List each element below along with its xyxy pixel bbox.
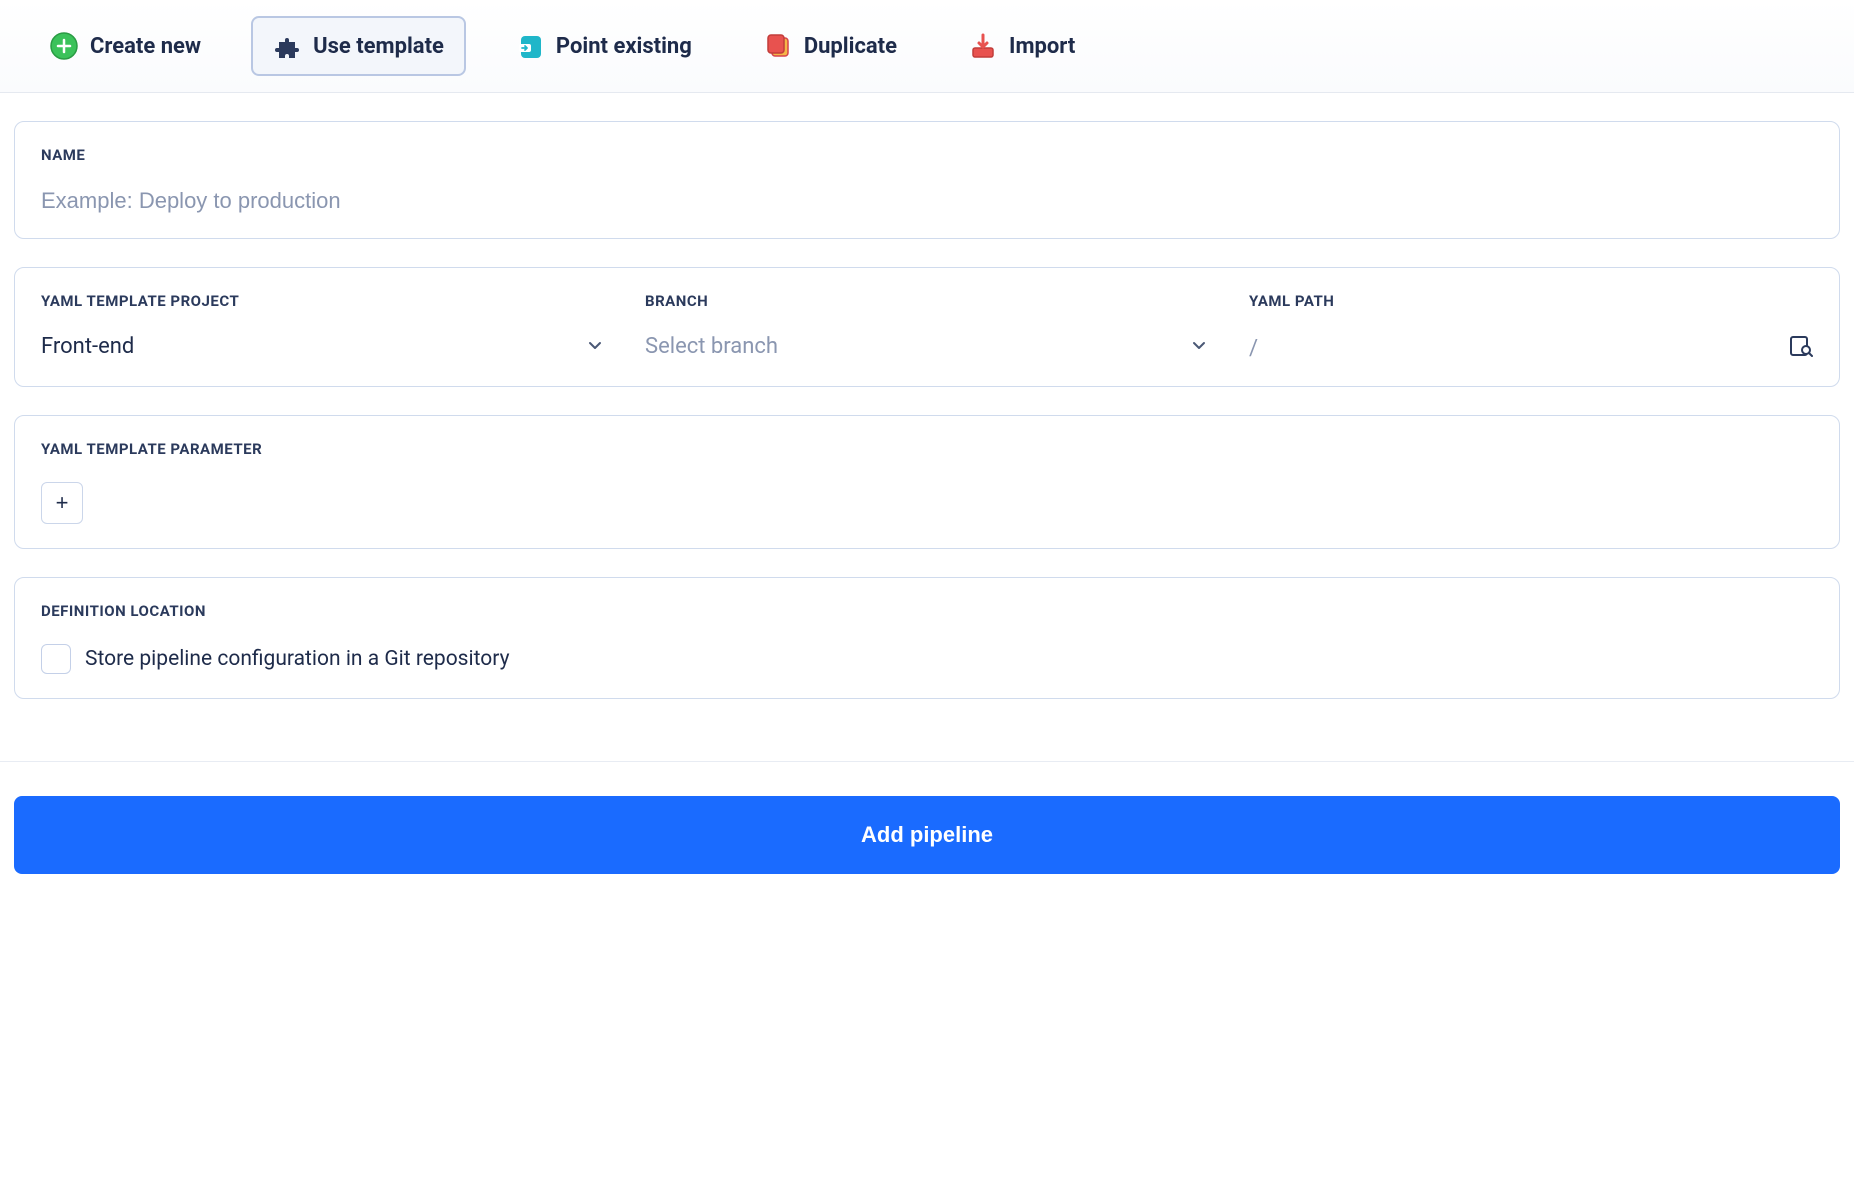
yaml-param-label: YAML TEMPLATE PARAMETER bbox=[41, 440, 1813, 458]
tab-create-new[interactable]: Create new bbox=[28, 16, 223, 76]
tab-label: Use template bbox=[313, 34, 444, 59]
yaml-parameter-card: YAML TEMPLATE PARAMETER + bbox=[14, 415, 1840, 549]
puzzle-icon bbox=[273, 32, 301, 60]
tab-label: Point existing bbox=[556, 34, 692, 59]
plus-icon: + bbox=[56, 490, 69, 516]
tab-bar: Create new Use template Point existing D… bbox=[0, 0, 1854, 93]
yaml-project-value: Front-end bbox=[41, 334, 134, 359]
tab-point-existing[interactable]: Point existing bbox=[494, 16, 714, 76]
add-parameter-button[interactable]: + bbox=[41, 482, 83, 524]
yaml-path-label: YAML PATH bbox=[1249, 292, 1813, 310]
tab-use-template[interactable]: Use template bbox=[251, 16, 466, 76]
plus-circle-icon bbox=[50, 32, 78, 60]
tab-label: Create new bbox=[90, 34, 201, 59]
definition-location-label: DEFINITION LOCATION bbox=[41, 602, 1813, 620]
chevron-down-icon bbox=[1189, 335, 1209, 359]
name-input[interactable] bbox=[41, 188, 1813, 214]
name-label: NAME bbox=[41, 146, 1813, 164]
tab-duplicate[interactable]: Duplicate bbox=[742, 16, 919, 76]
yaml-config-card: YAML TEMPLATE PROJECT Front-end BRANCH S… bbox=[14, 267, 1840, 387]
store-in-git-checkbox[interactable] bbox=[41, 644, 71, 674]
name-card: NAME bbox=[14, 121, 1840, 239]
definition-location-card: DEFINITION LOCATION Store pipeline confi… bbox=[14, 577, 1840, 699]
tab-label: Duplicate bbox=[804, 34, 897, 59]
yaml-project-label: YAML TEMPLATE PROJECT bbox=[41, 292, 605, 310]
add-pipeline-button[interactable]: Add pipeline bbox=[14, 796, 1840, 874]
tab-import[interactable]: Import bbox=[947, 16, 1097, 76]
branch-label: BRANCH bbox=[645, 292, 1209, 310]
chevron-down-icon bbox=[585, 335, 605, 359]
branch-placeholder: Select branch bbox=[645, 334, 778, 359]
store-in-git-label: Store pipeline configuration in a Git re… bbox=[85, 647, 510, 671]
yaml-path-input[interactable]: / bbox=[1249, 336, 1258, 361]
arrow-file-icon bbox=[516, 32, 544, 60]
form-content: NAME YAML TEMPLATE PROJECT Front-end BRA… bbox=[0, 93, 1854, 747]
duplicate-icon bbox=[764, 32, 792, 60]
import-icon bbox=[969, 32, 997, 60]
branch-select[interactable]: Select branch bbox=[645, 334, 1209, 359]
tab-label: Import bbox=[1009, 34, 1075, 59]
submit-section: Add pipeline bbox=[0, 762, 1854, 894]
yaml-project-select[interactable]: Front-end bbox=[41, 334, 605, 359]
browse-file-icon[interactable] bbox=[1789, 334, 1813, 362]
